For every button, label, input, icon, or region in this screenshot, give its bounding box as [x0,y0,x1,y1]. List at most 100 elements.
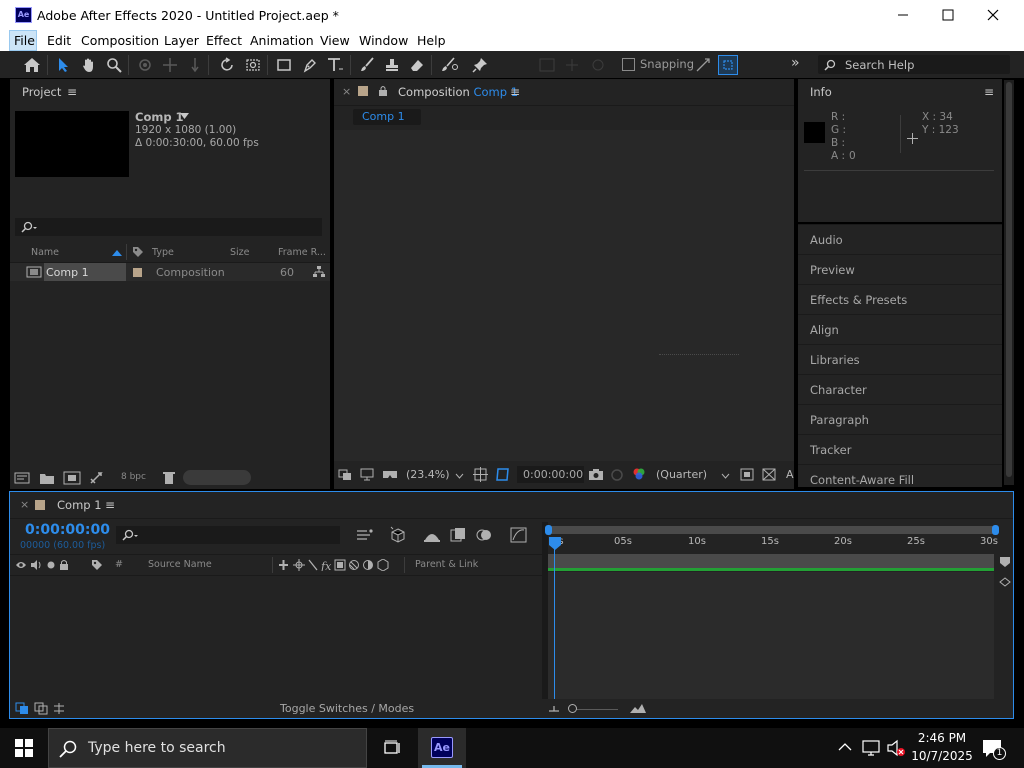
hide-shy-layers-icon[interactable] [423,528,441,542]
roto-brush-tool[interactable] [440,55,460,75]
new-composition-icon[interactable] [63,471,81,485]
comp-marker-bin-icon[interactable] [999,556,1011,568]
timeline-tab-title[interactable]: Comp 1 [57,498,102,512]
network-icon[interactable] [861,739,881,757]
playhead[interactable] [548,537,562,551]
hand-tool[interactable] [79,55,99,75]
column-parent-link[interactable]: Parent & Link [415,559,478,570]
rotation-tool[interactable] [218,55,238,75]
menu-file[interactable]: File [14,33,35,48]
panel-libraries[interactable]: Libraries [798,344,1002,374]
viewer-more-icon[interactable]: A [786,468,794,481]
trash-icon[interactable] [163,471,175,485]
in-out-duration-pane-icon[interactable] [52,702,66,715]
panel-tracker[interactable]: Tracker [798,434,1002,464]
start-button[interactable] [0,728,48,768]
panel-menu-icon[interactable]: ≡ [984,85,994,99]
time-zoom-thumb[interactable] [568,704,577,713]
selection-tool[interactable] [53,55,73,75]
panel-content-aware-fill[interactable]: Content-Aware Fill [798,464,1002,487]
menu-animation[interactable]: Animation [250,33,314,48]
pen-tool[interactable] [300,55,320,75]
brush-tool[interactable] [357,55,377,75]
panel-paragraph[interactable]: Paragraph [798,404,1002,434]
notification-center-button[interactable]: 1 [982,738,1006,760]
zoom-in-mountains-icon[interactable] [629,702,647,714]
volume-button[interactable] [886,738,906,758]
panel-effects-presets[interactable]: Effects & Presets [798,284,1002,314]
comp-button-icon[interactable] [999,576,1011,588]
panel-menu-icon[interactable]: ≡ [510,85,520,99]
minimize-button[interactable] [880,0,926,30]
label-tag-icon[interactable] [132,246,144,258]
column-frame-rate[interactable]: Frame R... [278,247,326,258]
search-help-field[interactable]: Search Help [818,55,1010,74]
lock-icon[interactable] [378,85,388,97]
timeline-search-input[interactable] [116,526,340,544]
snap-feature-button[interactable] [718,55,738,75]
layer-switches-pane-icon[interactable] [15,702,29,715]
toggle-switches-modes-button[interactable]: Toggle Switches / Modes [280,702,414,715]
orbit-camera-tool[interactable] [135,55,155,75]
rectangle-tool[interactable] [274,55,294,75]
project-item-row[interactable]: Comp 1 Composition 60 [10,263,330,281]
item-name[interactable]: Comp 1 [46,266,89,279]
close-tab-icon[interactable]: × [342,85,351,98]
menu-view[interactable]: View [320,33,350,48]
composition-mini-flowchart-icon[interactable] [356,528,374,542]
taskbar-after-effects-button[interactable]: Ae [418,728,466,768]
project-search-input[interactable] [15,218,322,236]
viewer-timecode-field[interactable]: 0:00:00:00 [517,466,584,483]
render-queue-icon[interactable] [89,471,103,485]
panel-menu-icon[interactable]: ≡ [105,498,115,512]
column-size[interactable]: Size [230,247,250,258]
eraser-tool[interactable] [407,55,427,75]
transparency-grid-icon[interactable] [762,468,776,481]
snapshot-camera-icon[interactable] [588,468,604,481]
menu-help[interactable]: Help [417,33,446,48]
thumbnail-slider[interactable] [183,470,251,485]
transfer-controls-pane-icon[interactable] [34,702,48,715]
type-tool[interactable] [325,55,345,75]
pan-camera-tool[interactable] [160,55,180,75]
comp-info-name[interactable]: Comp 1 [135,110,184,124]
comp-dropdown-icon[interactable] [180,113,189,119]
taskbar-search-box[interactable]: Type here to search [48,728,367,768]
comp-breadcrumb[interactable]: Comp 1 [353,109,421,125]
color-channels-icon[interactable] [632,467,646,481]
maximize-button[interactable] [925,0,971,30]
column-type[interactable]: Type [152,247,174,258]
label-tag-icon[interactable] [91,559,104,571]
column-source-name[interactable]: Source Name [148,559,212,570]
graph-editor-icon[interactable] [510,527,527,543]
info-panel-title[interactable]: Info [810,85,832,99]
new-folder-icon[interactable] [39,471,55,485]
panel-preview[interactable]: Preview [798,254,1002,284]
clock-time[interactable]: 2:46 PM [912,731,972,745]
timeline-layer-area[interactable] [548,572,994,699]
menu-edit[interactable]: Edit [47,33,71,48]
puppet-pin-tool[interactable] [470,55,490,75]
close-window-button[interactable] [970,0,1016,30]
dolly-camera-tool[interactable] [185,55,205,75]
panel-audio[interactable]: Audio [798,224,1002,254]
item-label-color[interactable] [133,268,142,277]
bit-depth-button[interactable]: 8 bpc [121,472,146,482]
toggle-mask-icon[interactable] [495,467,510,482]
flowchart-icon[interactable] [313,266,325,278]
pan-behind-tool[interactable] [243,55,263,75]
vr-goggles-icon[interactable] [382,468,398,481]
menu-layer[interactable]: Layer [164,33,199,48]
time-navigator[interactable] [545,525,999,535]
frame-blending-icon[interactable] [450,527,466,543]
motion-blur-icon[interactable] [476,527,492,543]
region-of-interest-icon[interactable] [740,468,754,481]
column-name[interactable]: Name [31,247,59,258]
close-tab-icon[interactable]: × [20,498,29,511]
menu-composition[interactable]: Composition [81,33,159,48]
side-panel-scrollbar[interactable] [1004,80,1014,485]
snapping-checkbox[interactable] [622,58,635,71]
workspace-overflow-icon[interactable]: » [791,55,800,71]
composition-viewer[interactable] [334,130,794,461]
panel-align[interactable]: Align [798,314,1002,344]
